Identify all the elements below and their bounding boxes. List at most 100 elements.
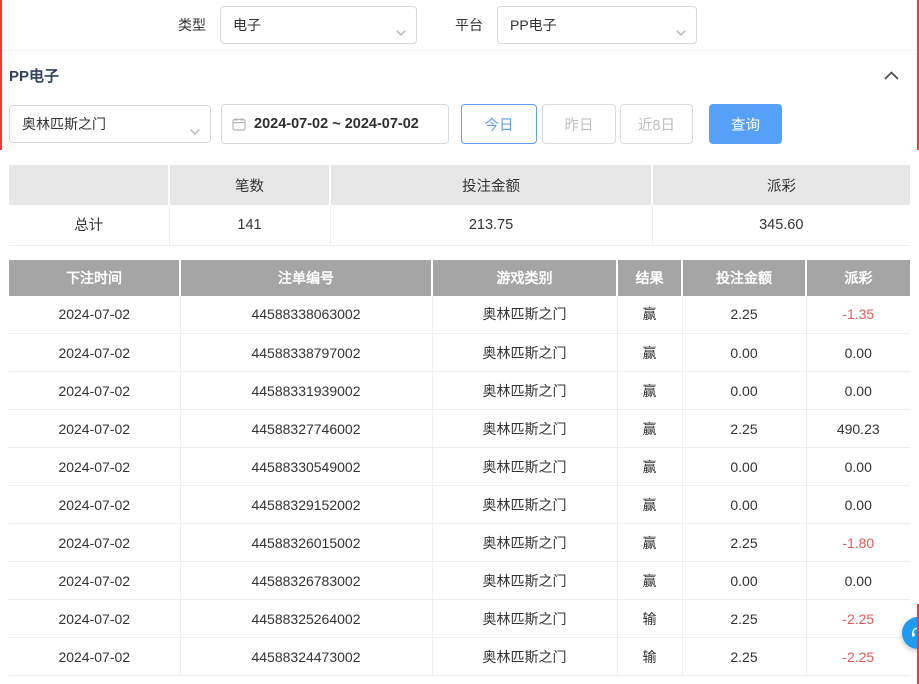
cell-result: 赢 (617, 524, 682, 562)
cell-payout: -1.35 (806, 296, 910, 334)
platform-label: 平台 (455, 15, 483, 35)
table-row: 2024-07-0244588326015002奥林匹斯之门赢2.25-1.80 (9, 524, 910, 562)
cell-result: 赢 (617, 410, 682, 448)
table-row: 2024-07-0244588338063002奥林匹斯之门赢2.25-1.35 (9, 296, 910, 334)
total-count: 141 (169, 205, 330, 245)
game-select[interactable]: 奥林匹斯之门 (9, 105, 211, 143)
summary-header-bet-amount: 投注金额 (330, 165, 652, 205)
cell-game: 奥林匹斯之门 (432, 410, 617, 448)
summary-total-row: 总计 141 213.75 345.60 (9, 205, 910, 245)
cell-time: 2024-07-02 (9, 600, 180, 638)
cell-bet: 2.25 (682, 638, 806, 676)
detail-header-cell: 下注时间 (9, 260, 180, 296)
section-title: PP电子 (9, 65, 59, 86)
cell-game: 奥林匹斯之门 (432, 486, 617, 524)
summary-table: 笔数 投注金额 派彩 总计 141 213.75 345.60 (9, 165, 910, 246)
query-bar: 奥林匹斯之门 2024-07-02 ~ 2024-07-02 今日 昨日 近8日… (0, 104, 919, 144)
table-row: 2024-07-0244588331939002奥林匹斯之门赢0.000.00 (9, 372, 910, 410)
type-select-value: 电子 (233, 15, 261, 35)
chevron-down-icon (676, 23, 686, 39)
cell-payout: -1.80 (806, 524, 910, 562)
cell-id: 44588324473002 (180, 638, 432, 676)
date-range-input[interactable]: 2024-07-02 ~ 2024-07-02 (221, 104, 449, 144)
cell-payout: 0.00 (806, 372, 910, 410)
cell-payout: 0.00 (806, 486, 910, 524)
cell-time: 2024-07-02 (9, 486, 180, 524)
cell-payout: 490.23 (806, 410, 910, 448)
cell-id: 44588327746002 (180, 410, 432, 448)
today-button[interactable]: 今日 (461, 104, 537, 144)
table-row: 2024-07-0244588324473002奥林匹斯之门输2.25-2.25 (9, 638, 910, 676)
table-row: 2024-07-0244588326783002奥林匹斯之门赢0.000.00 (9, 562, 910, 600)
cell-payout: 0.00 (806, 562, 910, 600)
detail-header-cell: 结果 (617, 260, 682, 296)
table-row: 2024-07-0244588330549002奥林匹斯之门赢0.000.00 (9, 448, 910, 486)
cell-payout: 0.00 (806, 334, 910, 372)
cell-time: 2024-07-02 (9, 524, 180, 562)
cell-payout: 0.00 (806, 448, 910, 486)
table-row: 2024-07-0244588325264002奥林匹斯之门输2.25-2.25 (9, 600, 910, 638)
last-8-days-button[interactable]: 近8日 (620, 104, 693, 144)
cell-id: 44588329152002 (180, 486, 432, 524)
platform-select-value: PP电子 (510, 15, 557, 35)
cell-id: 44588331939002 (180, 372, 432, 410)
type-select[interactable]: 电子 (220, 6, 417, 44)
query-button[interactable]: 查询 (709, 104, 782, 144)
date-range-value: 2024-07-02 ~ 2024-07-02 (254, 116, 419, 132)
cell-time: 2024-07-02 (9, 562, 180, 600)
cell-time: 2024-07-02 (9, 448, 180, 486)
cell-game: 奥林匹斯之门 (432, 448, 617, 486)
cell-result: 输 (617, 600, 682, 638)
cell-bet: 0.00 (682, 448, 806, 486)
cell-id: 44588325264002 (180, 600, 432, 638)
cell-game: 奥林匹斯之门 (432, 524, 617, 562)
detail-header-cell: 派彩 (806, 260, 910, 296)
detail-table: 下注时间注单编号游戏类别结果投注金额派彩 2024-07-02445883380… (9, 260, 910, 677)
summary-header-payout: 派彩 (652, 165, 910, 205)
cell-time: 2024-07-02 (9, 410, 180, 448)
total-bet-amount: 213.75 (330, 205, 652, 245)
cell-result: 赢 (617, 296, 682, 334)
cell-bet: 0.00 (682, 372, 806, 410)
detail-table-body: 2024-07-0244588338063002奥林匹斯之门赢2.25-1.35… (9, 296, 910, 676)
calendar-icon (232, 117, 246, 131)
cell-payout: -2.25 (806, 638, 910, 676)
chevron-down-icon (190, 122, 200, 138)
cell-time: 2024-07-02 (9, 334, 180, 372)
top-filter-bar: 类型 电子 平台 PP电子 (0, 0, 919, 51)
cell-id: 44588326783002 (180, 562, 432, 600)
table-row: 2024-07-0244588327746002奥林匹斯之门赢2.25490.2… (9, 410, 910, 448)
chevron-up-icon[interactable] (884, 71, 899, 80)
yesterday-button[interactable]: 昨日 (542, 104, 616, 144)
summary-header-row: 笔数 投注金额 派彩 (9, 165, 910, 205)
detail-header-cell: 投注金额 (682, 260, 806, 296)
game-select-value: 奥林匹斯之门 (22, 114, 106, 134)
left-edge-marker (0, 0, 2, 150)
cell-payout: -2.25 (806, 600, 910, 638)
cell-result: 赢 (617, 486, 682, 524)
cell-bet: 0.00 (682, 486, 806, 524)
cell-result: 输 (617, 638, 682, 676)
cell-id: 44588326015002 (180, 524, 432, 562)
cell-result: 赢 (617, 562, 682, 600)
summary-header-count: 笔数 (169, 165, 330, 205)
cell-bet: 0.00 (682, 334, 806, 372)
detail-header-row: 下注时间注单编号游戏类别结果投注金额派彩 (9, 260, 910, 296)
total-label: 总计 (9, 205, 169, 245)
total-payout: 345.60 (652, 205, 910, 245)
platform-select[interactable]: PP电子 (497, 6, 697, 44)
cell-time: 2024-07-02 (9, 296, 180, 334)
summary-header-empty (9, 165, 169, 205)
detail-header-cell: 注单编号 (180, 260, 432, 296)
cell-bet: 2.25 (682, 524, 806, 562)
cell-game: 奥林匹斯之门 (432, 638, 617, 676)
cell-time: 2024-07-02 (9, 372, 180, 410)
cell-game: 奥林匹斯之门 (432, 296, 617, 334)
cell-game: 奥林匹斯之门 (432, 600, 617, 638)
cell-game: 奥林匹斯之门 (432, 334, 617, 372)
cell-bet: 2.25 (682, 296, 806, 334)
table-row: 2024-07-0244588329152002奥林匹斯之门赢0.000.00 (9, 486, 910, 524)
type-label: 类型 (178, 15, 206, 35)
chevron-down-icon (396, 23, 406, 39)
cell-bet: 2.25 (682, 600, 806, 638)
